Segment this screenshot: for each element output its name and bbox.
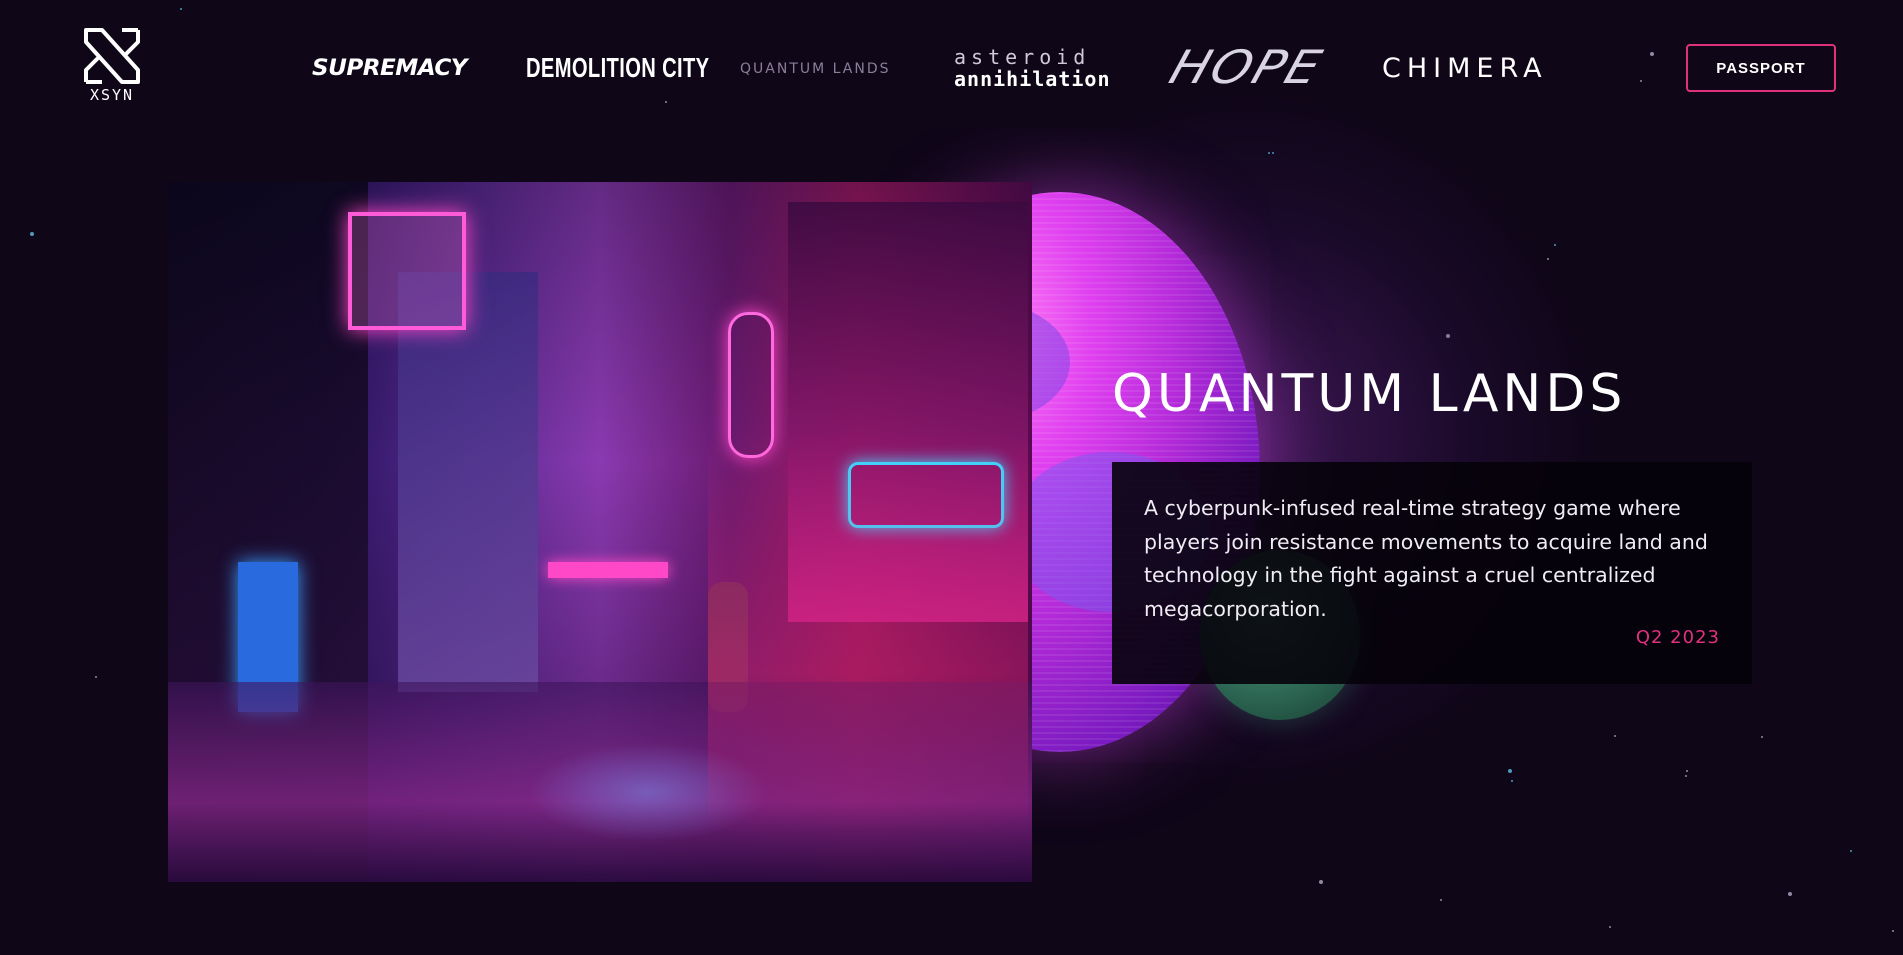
star-dot (95, 676, 97, 678)
star-dot (1614, 735, 1616, 737)
star-dot (1850, 850, 1852, 852)
game-title: QUANTUM LANDS (1112, 364, 1627, 424)
nav-item-hope[interactable]: HOPE (1163, 40, 1330, 94)
star-dot (30, 232, 34, 236)
cyberpunk-city-artwork (168, 182, 1032, 882)
asteroid-line2: annihilation (954, 67, 1111, 91)
nav-item-quantum-lands[interactable]: QUANTUM LANDS (740, 61, 890, 77)
site-header: XSYN SUPREMACY DEMOLITION CITY QUANTUM L… (0, 0, 1903, 140)
game-description: A cyberpunk-infused real-time strategy g… (1144, 496, 1708, 621)
xsyn-logo[interactable]: XSYN (78, 26, 146, 106)
star-dot (1319, 880, 1323, 884)
star-dot (1761, 736, 1763, 738)
xsyn-x-logo-icon (84, 28, 140, 84)
star-dot (1554, 244, 1556, 246)
logo-wordmark: XSYN (89, 86, 135, 104)
star-dot (1685, 775, 1687, 777)
star-dot (1892, 930, 1894, 932)
star-dot (1609, 926, 1611, 928)
nav-item-asteroid-annihilation[interactable]: asteroid annihilation (954, 47, 1111, 89)
nav-item-demolition-city[interactable]: DEMOLITION CITY (526, 52, 709, 84)
star-dot (1788, 892, 1792, 896)
asteroid-line1: asteroid (954, 45, 1091, 69)
passport-button[interactable]: PASSPORT (1686, 44, 1836, 92)
star-dot (1511, 780, 1513, 782)
star-dot (1686, 770, 1688, 772)
description-card: A cyberpunk-infused real-time strategy g… (1112, 462, 1752, 684)
star-dot (1508, 769, 1512, 773)
release-date: Q2 2023 (1635, 627, 1720, 648)
nav-item-supremacy[interactable]: SUPREMACY (312, 56, 468, 81)
star-dot (1440, 899, 1442, 901)
nav-item-chimera[interactable]: CHIMERA (1382, 55, 1548, 82)
